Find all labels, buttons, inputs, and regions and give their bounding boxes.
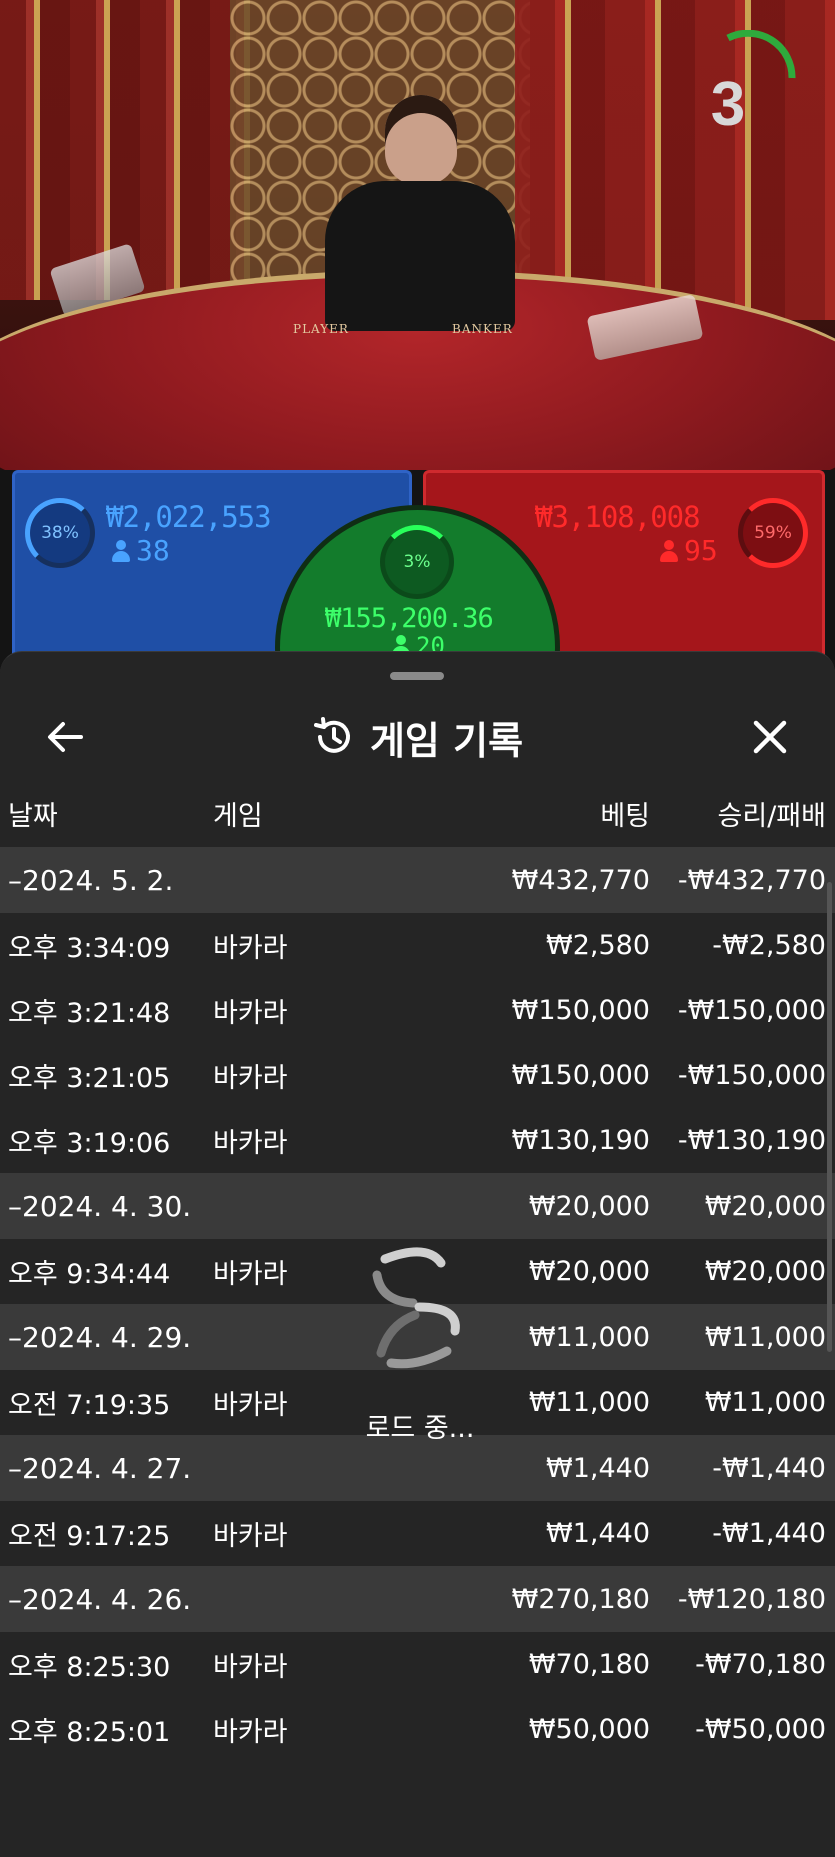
sheet-title-group: 게임 기록 bbox=[0, 692, 835, 782]
column-header-winloss: 승리/패배 bbox=[717, 801, 826, 832]
loading-text: 로드 중... bbox=[365, 1413, 475, 1444]
row-winloss-amount: ₩20,000 bbox=[704, 1256, 826, 1287]
player-total-bet: ₩2,022,553 bbox=[106, 500, 272, 534]
close-icon bbox=[753, 720, 787, 754]
row-bet-amount: ₩20,000 bbox=[528, 1190, 650, 1222]
arrow-left-icon bbox=[48, 722, 83, 752]
row-game-name: 바카라 bbox=[213, 1259, 288, 1290]
table-row[interactable]: 오전 9:17:25 바카라 ₩1,440 -₩1,440 bbox=[0, 1501, 835, 1566]
countdown-timer: 3 bbox=[710, 70, 746, 139]
column-header-date: 날짜 bbox=[8, 801, 58, 832]
row-winloss-amount: -₩50,000 bbox=[695, 1714, 826, 1745]
player-count-value: 38 bbox=[136, 534, 170, 567]
row-time: 오후 8:25:30 bbox=[8, 1652, 171, 1683]
group-date: –2024. 4. 30. bbox=[8, 1189, 192, 1223]
close-button[interactable] bbox=[745, 712, 795, 762]
table-row[interactable]: 오후 8:25:30 바카라 ₩70,180 -₩70,180 bbox=[0, 1632, 835, 1697]
row-time: 오후 3:21:48 bbox=[8, 998, 171, 1029]
row-bet-amount: ₩11,000 bbox=[528, 1321, 650, 1353]
banker-count-value: 95 bbox=[684, 534, 718, 567]
row-winloss-amount: -₩432,770 bbox=[677, 864, 826, 896]
group-date: –2024. 4. 27. bbox=[8, 1451, 192, 1485]
group-date: –2024. 5. 2. bbox=[8, 863, 174, 897]
scrollbar[interactable] bbox=[827, 882, 832, 1352]
row-time: 오후 9:34:44 bbox=[8, 1259, 171, 1290]
row-bet-amount: ₩2,580 bbox=[546, 930, 650, 961]
game-history-sheet: 게임 기록 날짜 게임 베팅 승리/패배 –2024. 5. 2. ₩432,77… bbox=[0, 651, 835, 1857]
row-bet-amount: ₩20,000 bbox=[528, 1256, 650, 1287]
banker-percent: 59% bbox=[738, 498, 808, 568]
row-winloss-amount: ₩11,000 bbox=[704, 1387, 826, 1418]
row-time: 오전 9:17:25 bbox=[8, 1521, 171, 1552]
drag-handle[interactable] bbox=[390, 672, 444, 680]
date-group-row: –2024. 4. 30. ₩20,000 ₩20,000 bbox=[0, 1173, 835, 1239]
row-game-name: 바카라 bbox=[213, 1390, 288, 1421]
column-header-game: 게임 bbox=[213, 801, 263, 832]
group-date: –2024. 4. 29. bbox=[8, 1320, 192, 1354]
row-game-name: 바카라 bbox=[213, 1063, 288, 1094]
person-icon bbox=[112, 539, 130, 562]
date-group-row: –2024. 4. 26. ₩270,180 -₩120,180 bbox=[0, 1566, 835, 1632]
tie-total-bet: ₩155,200.36 bbox=[325, 603, 494, 634]
loading-spinner-icon bbox=[372, 1247, 460, 1369]
history-clock-icon bbox=[313, 717, 350, 753]
row-winloss-amount: -₩120,180 bbox=[677, 1583, 826, 1615]
felt-label-player: PLAYER bbox=[293, 322, 349, 336]
table-row[interactable]: 오후 3:21:05 바카라 ₩150,000 -₩150,000 bbox=[0, 1043, 835, 1108]
row-time: 오후 3:19:06 bbox=[8, 1128, 171, 1159]
row-time: 오후 8:25:01 bbox=[8, 1717, 171, 1748]
row-winloss-amount: -₩150,000 bbox=[677, 995, 826, 1026]
group-date: –2024. 4. 26. bbox=[8, 1582, 192, 1616]
row-game-name: 바카라 bbox=[213, 933, 288, 964]
row-winloss-amount: ₩11,000 bbox=[704, 1321, 826, 1353]
banker-bettor-count: 95 bbox=[660, 534, 718, 567]
column-header-bet: 베팅 bbox=[600, 801, 650, 832]
row-bet-amount: ₩130,190 bbox=[511, 1125, 650, 1156]
row-bet-amount: ₩270,180 bbox=[511, 1583, 650, 1615]
table-row[interactable]: 오후 3:21:48 바카라 ₩150,000 -₩150,000 bbox=[0, 978, 835, 1043]
row-bet-amount: ₩150,000 bbox=[511, 1060, 650, 1091]
row-game-name: 바카라 bbox=[213, 1521, 288, 1552]
row-game-name: 바카라 bbox=[213, 1652, 288, 1683]
back-button[interactable] bbox=[40, 712, 90, 762]
row-bet-amount: ₩1,440 bbox=[546, 1452, 650, 1484]
date-group-row: –2024. 5. 2. ₩432,770 -₩432,770 bbox=[0, 847, 835, 913]
row-winloss-amount: -₩70,180 bbox=[695, 1649, 826, 1680]
dealer bbox=[325, 95, 515, 331]
row-time: 오전 7:19:35 bbox=[8, 1390, 171, 1421]
person-icon bbox=[660, 539, 678, 562]
row-bet-amount: ₩432,770 bbox=[511, 864, 650, 896]
player-bettor-count: 38 bbox=[112, 534, 170, 567]
row-time: 오후 3:34:09 bbox=[8, 933, 171, 964]
row-bet-amount: ₩150,000 bbox=[511, 995, 650, 1026]
felt-label-banker: BANKER bbox=[452, 322, 513, 336]
row-game-name: 바카라 bbox=[213, 998, 288, 1029]
row-winloss-amount: ₩20,000 bbox=[704, 1190, 826, 1222]
table-row[interactable]: 오후 3:19:06 바카라 ₩130,190 -₩130,190 bbox=[0, 1108, 835, 1173]
banker-total-bet: ₩3,108,008 bbox=[535, 500, 701, 534]
player-percent: 38% bbox=[25, 498, 95, 568]
sheet-header: 게임 기록 bbox=[0, 692, 835, 782]
table-row[interactable]: 오후 8:25:01 바카라 ₩50,000 -₩50,000 bbox=[0, 1697, 835, 1762]
row-game-name: 바카라 bbox=[213, 1717, 288, 1748]
row-winloss-amount: -₩1,440 bbox=[712, 1518, 826, 1549]
tie-percent: 3% bbox=[380, 525, 454, 599]
row-winloss-amount: -₩130,190 bbox=[677, 1125, 826, 1156]
row-time: 오후 3:21:05 bbox=[8, 1063, 171, 1094]
row-winloss-amount: -₩150,000 bbox=[677, 1060, 826, 1091]
row-bet-amount: ₩1,440 bbox=[546, 1518, 650, 1549]
row-winloss-amount: -₩1,440 bbox=[712, 1452, 826, 1484]
table-row[interactable]: 오후 3:34:09 바카라 ₩2,580 -₩2,580 bbox=[0, 913, 835, 978]
row-winloss-amount: -₩2,580 bbox=[712, 930, 826, 961]
row-bet-amount: ₩11,000 bbox=[528, 1387, 650, 1418]
sheet-title: 게임 기록 bbox=[369, 718, 524, 763]
row-bet-amount: ₩50,000 bbox=[528, 1714, 650, 1745]
row-game-name: 바카라 bbox=[213, 1128, 288, 1159]
row-bet-amount: ₩70,180 bbox=[528, 1649, 650, 1680]
